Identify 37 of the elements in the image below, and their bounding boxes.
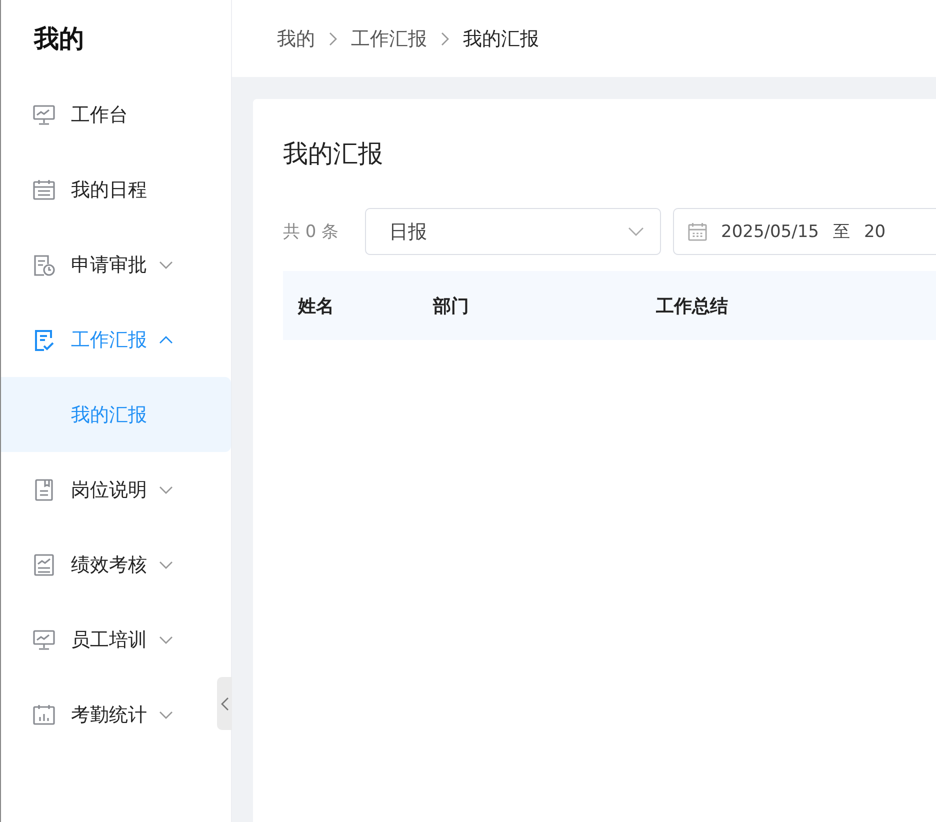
chevron-down-icon [159,560,173,568]
document-clock-icon [33,254,55,276]
chevron-right-icon [441,32,449,46]
monitor-icon [33,104,55,126]
column-header: 部门 [433,294,470,318]
chevron-down-icon [159,260,173,268]
column-header: 姓名 [298,294,335,318]
breadcrumb-item[interactable]: 工作汇报 [351,26,427,52]
chevron-down-icon [159,486,173,494]
sidebar-item[interactable]: 绩效考核 [1,527,215,602]
sidebar-item[interactable]: 员工培训 [1,602,215,677]
column-header: 工作总结 [656,294,729,318]
monitor-icon [33,628,55,650]
report-type-select[interactable]: 日报 [365,208,661,255]
page-title: 我的汇报 [283,138,384,170]
sidebar-item[interactable]: 考勤统计 [1,677,215,752]
sidebar-title: 我的 [32,23,85,55]
collapse-handle[interactable] [217,677,232,730]
breadcrumb-item[interactable]: 我的 [277,26,315,52]
bar-calendar-icon [33,704,55,726]
document-icon [33,478,55,500]
date-range-field[interactable]: 2025/05/15 至 20 [673,208,936,255]
sidebar-item[interactable]: 工作台 [1,77,215,152]
sidebar-item[interactable]: 我的日程 [1,152,215,227]
chevron-down-icon [159,636,173,644]
chevron-down-icon [628,227,644,236]
sidebar-item[interactable]: 申请审批 [1,227,215,302]
chevron-down-icon [159,710,173,718]
chart-document-icon [33,554,55,576]
chevron-right-icon [329,32,337,46]
document-check-icon [33,328,55,350]
calendar-icon [688,222,707,241]
record-count: 共 0 条 [283,221,340,243]
breadcrumb-item: 我的汇报 [463,26,539,52]
sidebar-item[interactable]: 岗位说明 [1,452,215,527]
chevron-up-icon [159,336,173,344]
calendar-icon [33,178,55,200]
